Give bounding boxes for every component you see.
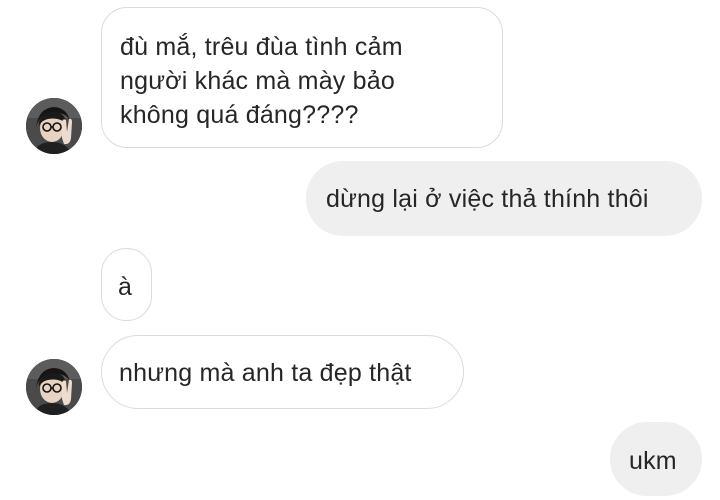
sent-message-bubble[interactable]: dừng lại ở việc thả thính thôi [306,161,702,236]
contact-avatar[interactable] [26,98,82,154]
message-text-line: ukm [629,447,677,475]
contact-avatar-photo-icon [26,359,82,415]
message-text-line: nhưng mà anh ta đẹp thật [119,359,412,387]
message-text-line: không quá đáng???? [120,101,359,129]
contact-avatar-photo-icon [26,98,82,154]
message-text-line: đù mắ, trêu đùa tình cảm [120,33,403,61]
message-text-line: người khác mà mày bảo [120,67,395,95]
received-message-bubble[interactable]: nhưng mà anh ta đẹp thật [101,335,464,409]
contact-avatar[interactable] [26,359,82,415]
received-message-bubble[interactable]: à [101,248,152,321]
received-message-bubble[interactable]: đù mắ, trêu đùa tình cảm người khác mà m… [101,7,503,148]
message-text-line: à [118,273,133,301]
sent-message-bubble[interactable]: ukm [610,422,702,496]
message-text-line: dừng lại ở việc thả thính thôi [326,185,649,213]
